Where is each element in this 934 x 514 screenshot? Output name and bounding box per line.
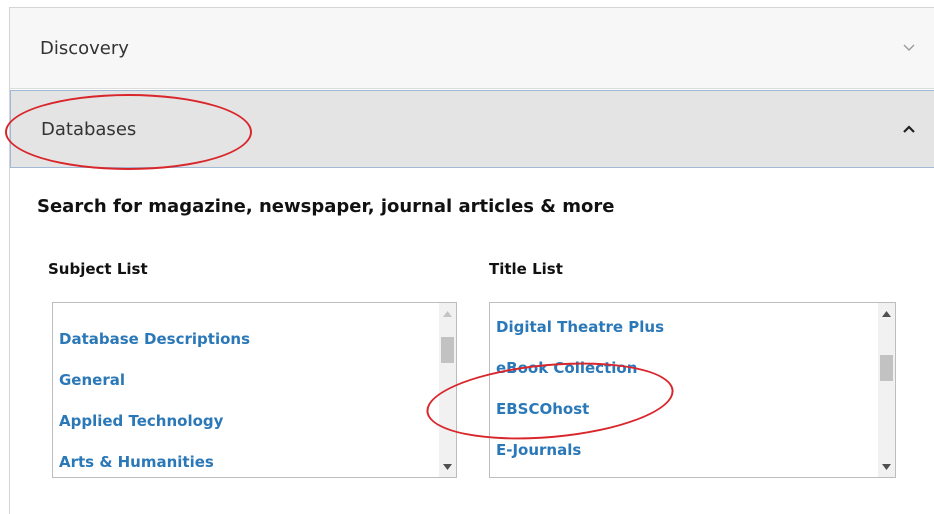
accordion-header-discovery[interactable]: Discovery — [10, 8, 934, 89]
title-list-item[interactable]: EBSCOhost — [496, 389, 877, 430]
triangle-up-icon[interactable] — [439, 305, 456, 322]
title-list-item[interactable]: eBook Collection — [496, 348, 877, 389]
subject-list-title: Subject List — [48, 260, 148, 278]
triangle-down-icon[interactable] — [878, 458, 895, 475]
subject-scrollbar[interactable] — [439, 303, 456, 477]
accordion-label-databases: Databases — [41, 118, 137, 140]
subject-scroll-thumb[interactable] — [441, 337, 454, 363]
subject-list-item[interactable]: General — [59, 360, 438, 401]
title-scroll-thumb[interactable] — [880, 355, 893, 381]
title-scrollbar[interactable] — [878, 303, 895, 477]
chevron-up-icon[interactable] — [901, 121, 917, 137]
triangle-up-icon[interactable] — [878, 305, 895, 322]
title-listbox[interactable]: Digital Theatre Plus eBook Collection EB… — [489, 302, 896, 478]
chevron-down-icon[interactable] — [901, 40, 917, 56]
subject-list-item[interactable]: Applied Technology — [59, 401, 438, 442]
section-heading: Search for magazine, newspaper, journal … — [37, 196, 615, 217]
title-list-title: Title List — [489, 260, 563, 278]
accordion-label-discovery: Discovery — [40, 37, 129, 59]
triangle-down-icon[interactable] — [439, 458, 456, 475]
subject-list-item[interactable]: Arts & Humanities — [59, 442, 438, 477]
title-list-item[interactable]: Digital Theatre Plus — [496, 307, 877, 348]
accordion-header-databases[interactable]: Databases — [10, 90, 934, 168]
subject-listbox[interactable]: Database Descriptions General Applied Te… — [52, 302, 457, 478]
subject-list-item[interactable]: Database Descriptions — [59, 319, 438, 360]
title-list-item[interactable]: E-Journals — [496, 430, 877, 471]
